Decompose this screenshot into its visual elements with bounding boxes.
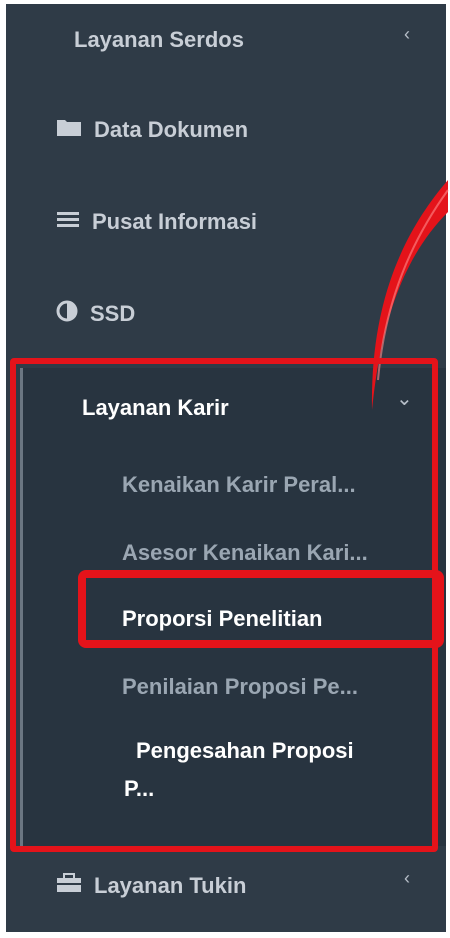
red-arrow-annotation [371, 180, 449, 410]
